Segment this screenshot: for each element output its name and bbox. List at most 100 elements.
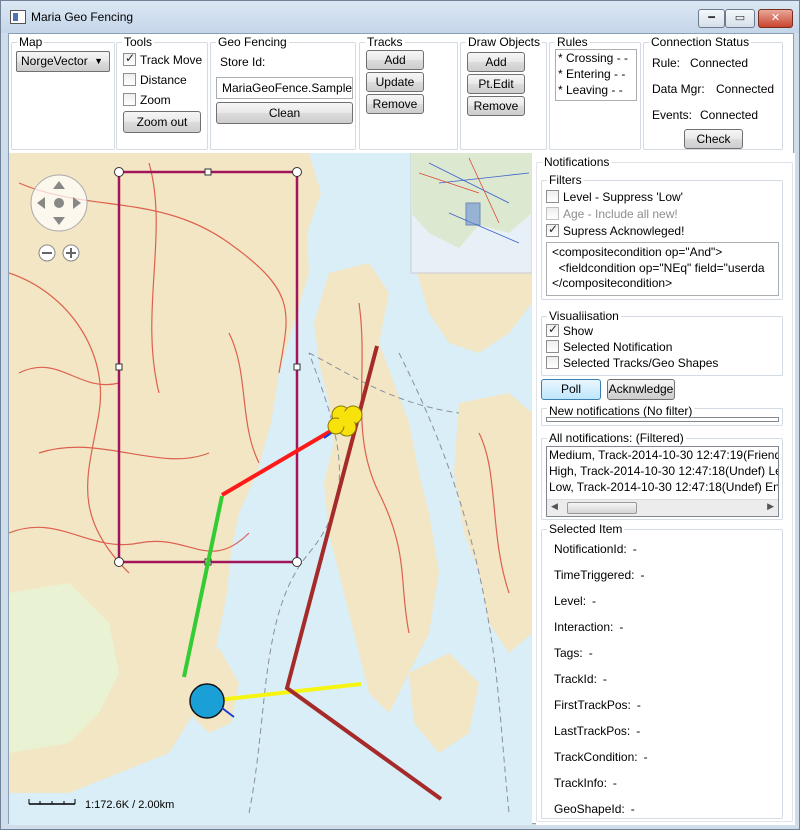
interaction-field: Interaction: - bbox=[554, 620, 623, 635]
map-canvas[interactable]: 1:172.6K / 2.00km bbox=[9, 153, 532, 825]
store-id-input[interactable]: MariaGeoFence.Sample bbox=[216, 77, 353, 99]
notification-id-field: NotificationId: - bbox=[554, 542, 637, 557]
selected-item-group: Selected Item NotificationId: - TimeTrigg… bbox=[541, 521, 783, 819]
checkbox-icon bbox=[123, 73, 136, 86]
field-value: - bbox=[588, 646, 593, 660]
checkbox-icon bbox=[546, 190, 559, 203]
age-filter-checkbox[interactable]: Age - Include all new! bbox=[546, 207, 678, 222]
rules-list[interactable]: * Crossing - - * Entering - - * Leaving … bbox=[555, 49, 637, 101]
distance-checkbox[interactable]: Distance bbox=[123, 73, 187, 88]
selected-notification-checkbox[interactable]: Selected Notification bbox=[546, 340, 672, 355]
track-remove-button[interactable]: Remove bbox=[366, 94, 424, 114]
clean-button[interactable]: Clean bbox=[216, 102, 353, 124]
checkbox-icon bbox=[546, 207, 559, 220]
checkbox-icon bbox=[546, 322, 559, 337]
track-move-checkbox[interactable]: Track Move bbox=[123, 51, 202, 68]
field-value: - bbox=[640, 568, 645, 582]
tags-field: Tags: - bbox=[554, 646, 593, 661]
title-bar[interactable]: Maria Geo Fencing ━ ▭ ✕ bbox=[1, 1, 799, 33]
zoom-out-button[interactable]: Zoom out bbox=[123, 111, 201, 133]
track-info-field: TrackInfo: - bbox=[554, 776, 617, 791]
datamgr-status-value: Connected bbox=[716, 82, 775, 96]
level-field: Level: - bbox=[554, 594, 596, 609]
field-value: - bbox=[619, 620, 624, 634]
show-checkbox[interactable]: Show bbox=[546, 322, 594, 339]
notification-row[interactable]: High, Track-2014-10-30 12:47:18(Undef) L… bbox=[547, 463, 778, 479]
field-value: - bbox=[636, 698, 641, 712]
geoshape-id-field: GeoShapeId: - bbox=[554, 802, 635, 817]
field-label: TrackInfo: bbox=[554, 776, 607, 790]
close-button[interactable]: ✕ bbox=[758, 9, 793, 28]
poll-button[interactable]: Poll bbox=[541, 379, 601, 400]
scroll-left-icon[interactable]: ◀ bbox=[551, 501, 558, 512]
show-label: Show bbox=[563, 324, 594, 338]
pan-control[interactable] bbox=[30, 174, 88, 232]
track-update-button[interactable]: Update bbox=[366, 72, 424, 92]
rules-group: Rules * Crossing - - * Entering - - * Le… bbox=[549, 34, 641, 150]
geofencing-group: Geo Fencing Store Id: MariaGeoFence.Samp… bbox=[210, 34, 356, 150]
selected-tracks-label: Selected Tracks/Geo Shapes bbox=[563, 356, 719, 370]
draw-add-button[interactable]: Add bbox=[467, 52, 525, 72]
checkbox-icon bbox=[546, 340, 559, 353]
draw-objects-group: Draw Objects Add Pt.Edit Remove bbox=[460, 34, 547, 150]
acknowledge-button[interactable]: Acknwledge bbox=[607, 379, 675, 400]
map-group-label: Map bbox=[17, 34, 45, 50]
field-value: - bbox=[643, 750, 648, 764]
filters-label: Filters bbox=[547, 172, 584, 188]
minimize-button[interactable]: ━ bbox=[698, 9, 725, 28]
scale-text: 1:172.6K / 2.00km bbox=[85, 799, 174, 811]
maximize-button[interactable]: ▭ bbox=[725, 9, 755, 28]
store-id-label: Store Id: bbox=[220, 55, 266, 69]
track-id-field: TrackId: - bbox=[554, 672, 607, 687]
all-notifications-group: All notifications: (Filtered) Medium, Tr… bbox=[541, 430, 783, 520]
field-label: TrackCondition: bbox=[554, 750, 638, 764]
field-value: - bbox=[592, 594, 597, 608]
map-select-value: NorgeVector bbox=[21, 54, 88, 68]
track-add-button[interactable]: Add bbox=[366, 50, 424, 70]
first-track-pos-field: FirstTrackPos: - bbox=[554, 698, 641, 713]
field-label: NotificationId: bbox=[554, 542, 627, 556]
chevron-down-icon: ▼ bbox=[94, 56, 103, 66]
visualisation-group: Visualiisation Show Selected Notificatio… bbox=[541, 308, 783, 376]
overview-inset[interactable] bbox=[410, 153, 532, 274]
pt-edit-button[interactable]: Pt.Edit bbox=[467, 74, 525, 94]
field-label: TrackId: bbox=[554, 672, 597, 686]
new-notifications-list[interactable] bbox=[546, 417, 779, 422]
horizontal-scrollbar[interactable]: ◀ ▶ bbox=[547, 499, 778, 516]
filters-group: Filters Level - Suppress 'Low' Age - Inc… bbox=[541, 172, 783, 300]
last-track-pos-field: LastTrackPos: - bbox=[554, 724, 640, 739]
level-filter-checkbox[interactable]: Level - Suppress 'Low' bbox=[546, 190, 683, 205]
scroll-right-icon[interactable]: ▶ bbox=[767, 501, 774, 512]
all-notifications-list[interactable]: Medium, Track-2014-10-30 12:47:19(Friend… bbox=[546, 446, 779, 517]
draw-remove-button[interactable]: Remove bbox=[467, 96, 525, 116]
rule-item[interactable]: * Leaving - - bbox=[556, 82, 636, 98]
visualisation-label: Visualiisation bbox=[547, 308, 621, 324]
selected-tracks-checkbox[interactable]: Selected Tracks/Geo Shapes bbox=[546, 356, 718, 371]
level-filter-label: Level - Suppress 'Low' bbox=[563, 190, 683, 204]
tools-group-label: Tools bbox=[122, 34, 155, 50]
client-area: Map NorgeVector ▼ Tools Track Move Dista… bbox=[8, 33, 795, 825]
tracks-group-label: Tracks bbox=[365, 34, 405, 50]
rules-group-label: Rules bbox=[555, 34, 590, 50]
check-button[interactable]: Check bbox=[684, 129, 743, 149]
app-window: Maria Geo Fencing ━ ▭ ✕ Map NorgeVector … bbox=[0, 0, 800, 830]
new-notifications-group: New notifications (No filter) bbox=[541, 403, 783, 426]
filter-xml-editor[interactable]: <compositecondition op="And"> <fieldcond… bbox=[546, 242, 779, 296]
track-condition-field: TrackCondition: - bbox=[554, 750, 648, 765]
map-select[interactable]: NorgeVector ▼ bbox=[16, 51, 110, 72]
rule-item[interactable]: * Crossing - - bbox=[556, 50, 636, 66]
field-value: - bbox=[630, 802, 635, 816]
draw-objects-group-label: Draw Objects bbox=[466, 34, 543, 50]
suppress-ack-checkbox[interactable]: Supress Acknowleged! bbox=[546, 222, 684, 239]
field-label: TimeTriggered: bbox=[554, 568, 635, 582]
rule-status-label: Rule: bbox=[652, 56, 681, 70]
datamgr-status-label: Data Mgr: bbox=[652, 82, 705, 96]
map-view[interactable]: 1:172.6K / 2.00km bbox=[9, 153, 532, 825]
field-value: - bbox=[612, 776, 617, 790]
zoom-checkbox[interactable]: Zoom bbox=[123, 93, 171, 108]
connection-status-group: Connection Status Rule: Connected Data M… bbox=[643, 34, 783, 150]
notification-row[interactable]: Medium, Track-2014-10-30 12:47:19(Friend… bbox=[547, 447, 778, 463]
scroll-thumb[interactable] bbox=[567, 502, 637, 514]
rule-item[interactable]: * Entering - - bbox=[556, 66, 636, 82]
notification-row[interactable]: Low, Track-2014-10-30 12:47:18(Undef) En… bbox=[547, 479, 778, 495]
